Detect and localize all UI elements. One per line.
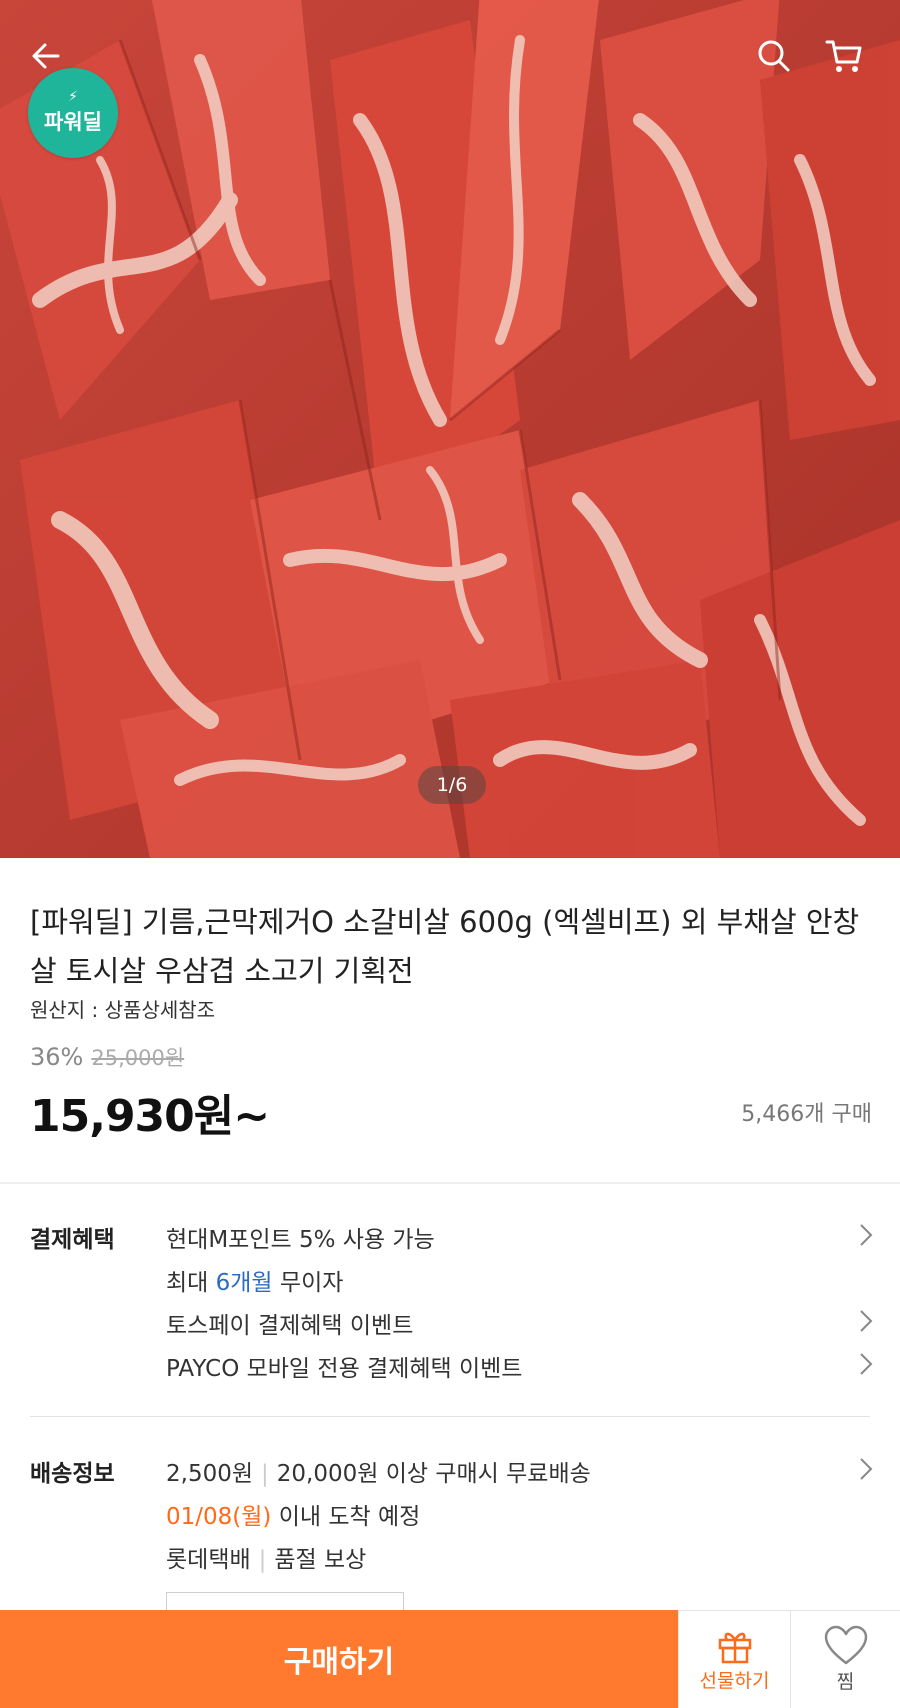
search-icon <box>758 40 790 72</box>
product-title: [파워딜] 기름,근막제거O 소갈비살 600g (엑셀비프) 외 부채살 안창… <box>30 905 860 988</box>
arrival-estimate: 01/08(월) 이내 도착 예정 <box>166 1497 420 1531</box>
section-divider <box>0 1182 900 1184</box>
arrival-date: 01/08(월) <box>166 1504 272 1530</box>
carrier-name: 롯데택배 <box>166 1547 251 1573</box>
soldout-guarantee: 품절 보상 <box>274 1547 367 1573</box>
search-button[interactable] <box>748 30 800 82</box>
wishlist-button[interactable]: 찜 <box>790 1610 900 1708</box>
benefit-payco[interactable]: PAYCO 모바일 전용 결제혜택 이벤트 <box>166 1349 522 1383</box>
benefit-tosspay[interactable]: 토스페이 결제혜택 이벤트 <box>166 1306 413 1340</box>
discount-rate: 36% <box>30 1043 84 1071</box>
original-price: 25,000원 <box>91 1046 185 1070</box>
benefit-installment: 최대 6개월 무이자 <box>166 1263 343 1297</box>
gift-button[interactable]: 선물하기 <box>678 1610 790 1708</box>
powerdeal-badge: ⚡ 파워딜 <box>28 68 118 158</box>
meat-photo <box>0 0 900 858</box>
shipping-info-heading: 배송정보 <box>30 1461 115 1487</box>
chevron-right-icon[interactable] <box>856 1308 876 1334</box>
wishlist-label: 찜 <box>836 1671 855 1693</box>
free-shipping-condition: 20,000원 이상 구매시 무료배송 <box>276 1461 591 1487</box>
chevron-right-icon[interactable] <box>856 1222 876 1248</box>
product-image[interactable]: ⚡ 파워딜 1/6 <box>0 0 900 858</box>
sold-count: 5,466개 구매 <box>741 1102 872 1127</box>
installment-suffix: 무이자 <box>279 1270 344 1296</box>
buy-button[interactable]: 구매하기 <box>0 1610 678 1708</box>
product-origin: 원산지 : 상품상세참조 <box>30 998 216 1022</box>
arrival-suffix: 이내 도착 예정 <box>278 1504 421 1530</box>
gift-label: 선물하기 <box>699 1670 770 1692</box>
heart-icon <box>824 1625 867 1665</box>
sale-price: 15,930원~ <box>30 1091 270 1142</box>
installment-months: 6개월 <box>215 1270 273 1296</box>
shipping-fee-row[interactable]: 2,500원 | 20,000원 이상 구매시 무료배송 <box>166 1454 591 1488</box>
arrow-left-icon <box>32 43 60 69</box>
badge-label: 파워딜 <box>44 110 102 134</box>
discount-row: 36% 25,000원 <box>30 1042 184 1072</box>
installment-prefix: 최대 <box>166 1270 209 1296</box>
separator: | <box>258 1547 267 1573</box>
chevron-right-icon[interactable] <box>856 1456 876 1482</box>
payment-benefits-heading: 결제혜택 <box>30 1227 115 1253</box>
bolt-icon: ⚡ <box>68 89 78 105</box>
image-pager: 1/6 <box>418 766 486 804</box>
gift-icon <box>718 1632 751 1664</box>
separator: | <box>261 1461 269 1487</box>
cart-button[interactable] <box>818 30 870 82</box>
chevron-right-icon[interactable] <box>856 1351 876 1377</box>
benefit-hyundai-point[interactable]: 현대M포인트 5% 사용 가능 <box>166 1220 435 1254</box>
section-divider <box>30 1416 870 1417</box>
shipping-fee: 2,500원 <box>166 1461 254 1487</box>
carrier-row: 롯데택배 | 품절 보상 <box>166 1540 366 1574</box>
cart-icon <box>825 40 862 72</box>
